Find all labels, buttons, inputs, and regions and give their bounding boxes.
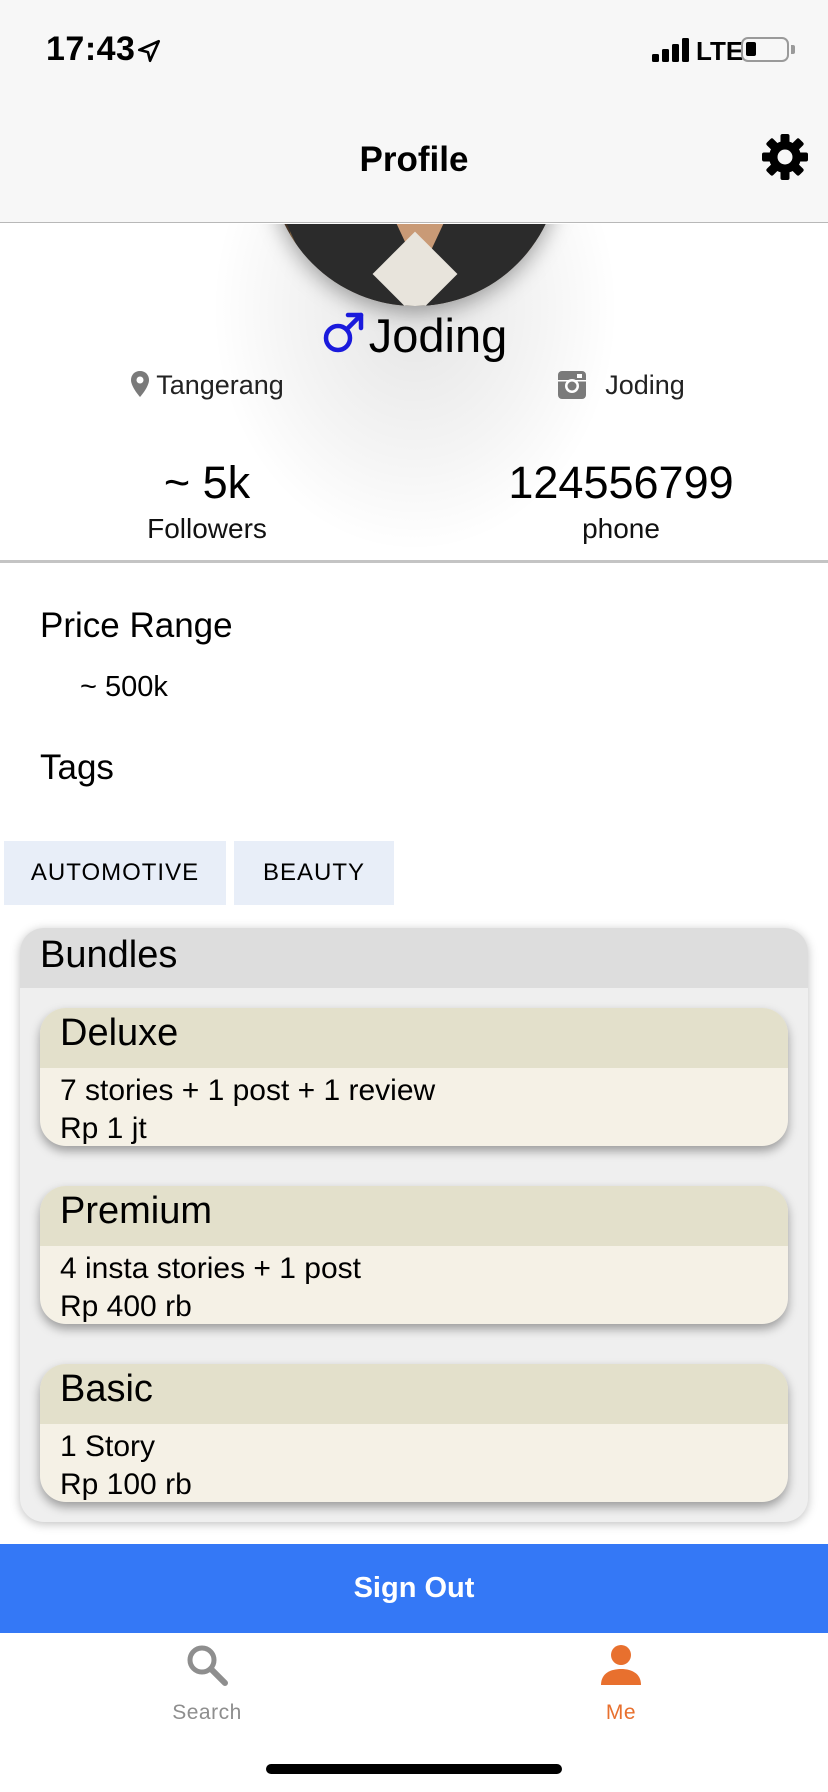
phone-label: phone <box>582 513 660 544</box>
tags-title: Tags <box>40 748 114 787</box>
bundle-price: Rp 400 rb <box>60 1290 192 1323</box>
tab-search-label: Search <box>172 1701 242 1724</box>
bundle-price: Rp 100 rb <box>60 1468 192 1501</box>
bundle-card-basic[interactable]: Basic 1 Story Rp 100 rb <box>40 1364 788 1502</box>
profile-name: Joding <box>368 309 508 362</box>
male-gender-icon <box>323 312 363 353</box>
followers-stat: ~ 5k Followers <box>0 460 414 545</box>
home-indicator <box>266 1764 562 1774</box>
bundle-name: Deluxe <box>60 1012 179 1054</box>
tab-me[interactable]: Me <box>414 1643 828 1725</box>
location-pin-icon <box>131 371 150 397</box>
bundle-header: Premium <box>40 1186 788 1246</box>
followers-value: ~ 5k <box>163 457 251 508</box>
instagram-text: Joding <box>605 370 685 400</box>
phone-value: 124556799 <box>508 457 734 508</box>
bundle-name: Basic <box>60 1368 153 1410</box>
price-range-value: ~ 500k <box>80 671 168 703</box>
bundle-description: 1 Story <box>60 1430 156 1463</box>
nav-header: Profile <box>0 100 828 223</box>
signal-icon <box>652 38 689 62</box>
battery-nub <box>791 45 795 54</box>
phone-stat: 124556799 phone <box>414 460 828 545</box>
tag-automotive[interactable]: AUTOMOTIVE <box>4 841 226 905</box>
profile-section: Joding Tangerang Joding ~ 5k Followers 1… <box>0 224 828 562</box>
divider <box>0 560 828 563</box>
bundles-card: Bundles Deluxe 7 stories + 1 post + 1 re… <box>20 928 808 1522</box>
location-text: Tangerang <box>156 370 284 400</box>
sign-out-button[interactable]: Sign Out <box>0 1544 828 1633</box>
bundles-header: Bundles <box>20 928 808 988</box>
status-time: 17:43 <box>46 30 136 68</box>
instagram-handle[interactable]: Joding <box>414 370 828 401</box>
instagram-icon <box>558 371 587 399</box>
tab-search[interactable]: Search <box>0 1643 414 1725</box>
tab-me-label: Me <box>605 1701 637 1724</box>
battery-icon <box>741 37 789 62</box>
battery-level <box>746 42 756 56</box>
bundle-description: 7 stories + 1 post + 1 review <box>60 1074 436 1107</box>
location-arrow-icon <box>137 39 161 63</box>
followers-label: Followers <box>147 513 267 544</box>
bundle-name: Premium <box>60 1190 213 1232</box>
bundle-header: Basic <box>40 1364 788 1424</box>
bundle-description: 4 insta stories + 1 post <box>60 1252 361 1285</box>
page-title: Profile <box>359 140 469 179</box>
search-icon <box>187 1645 228 1686</box>
name-row: Joding <box>0 308 828 363</box>
gear-icon[interactable] <box>760 132 810 182</box>
bundle-card-premium[interactable]: Premium 4 insta stories + 1 post Rp 400 … <box>40 1186 788 1324</box>
network-type: LTE <box>696 36 744 66</box>
bundle-price: Rp 1 jt <box>60 1112 147 1145</box>
bundle-card-deluxe[interactable]: Deluxe 7 stories + 1 post + 1 review Rp … <box>40 1008 788 1146</box>
status-bar: 17:43 LTE <box>0 0 828 100</box>
person-icon <box>601 1645 641 1685</box>
price-range-title: Price Range <box>40 606 233 645</box>
bundle-header: Deluxe <box>40 1008 788 1068</box>
location: Tangerang <box>0 370 414 401</box>
bundles-title: Bundles <box>40 934 178 976</box>
tag-beauty[interactable]: BEAUTY <box>234 841 394 905</box>
